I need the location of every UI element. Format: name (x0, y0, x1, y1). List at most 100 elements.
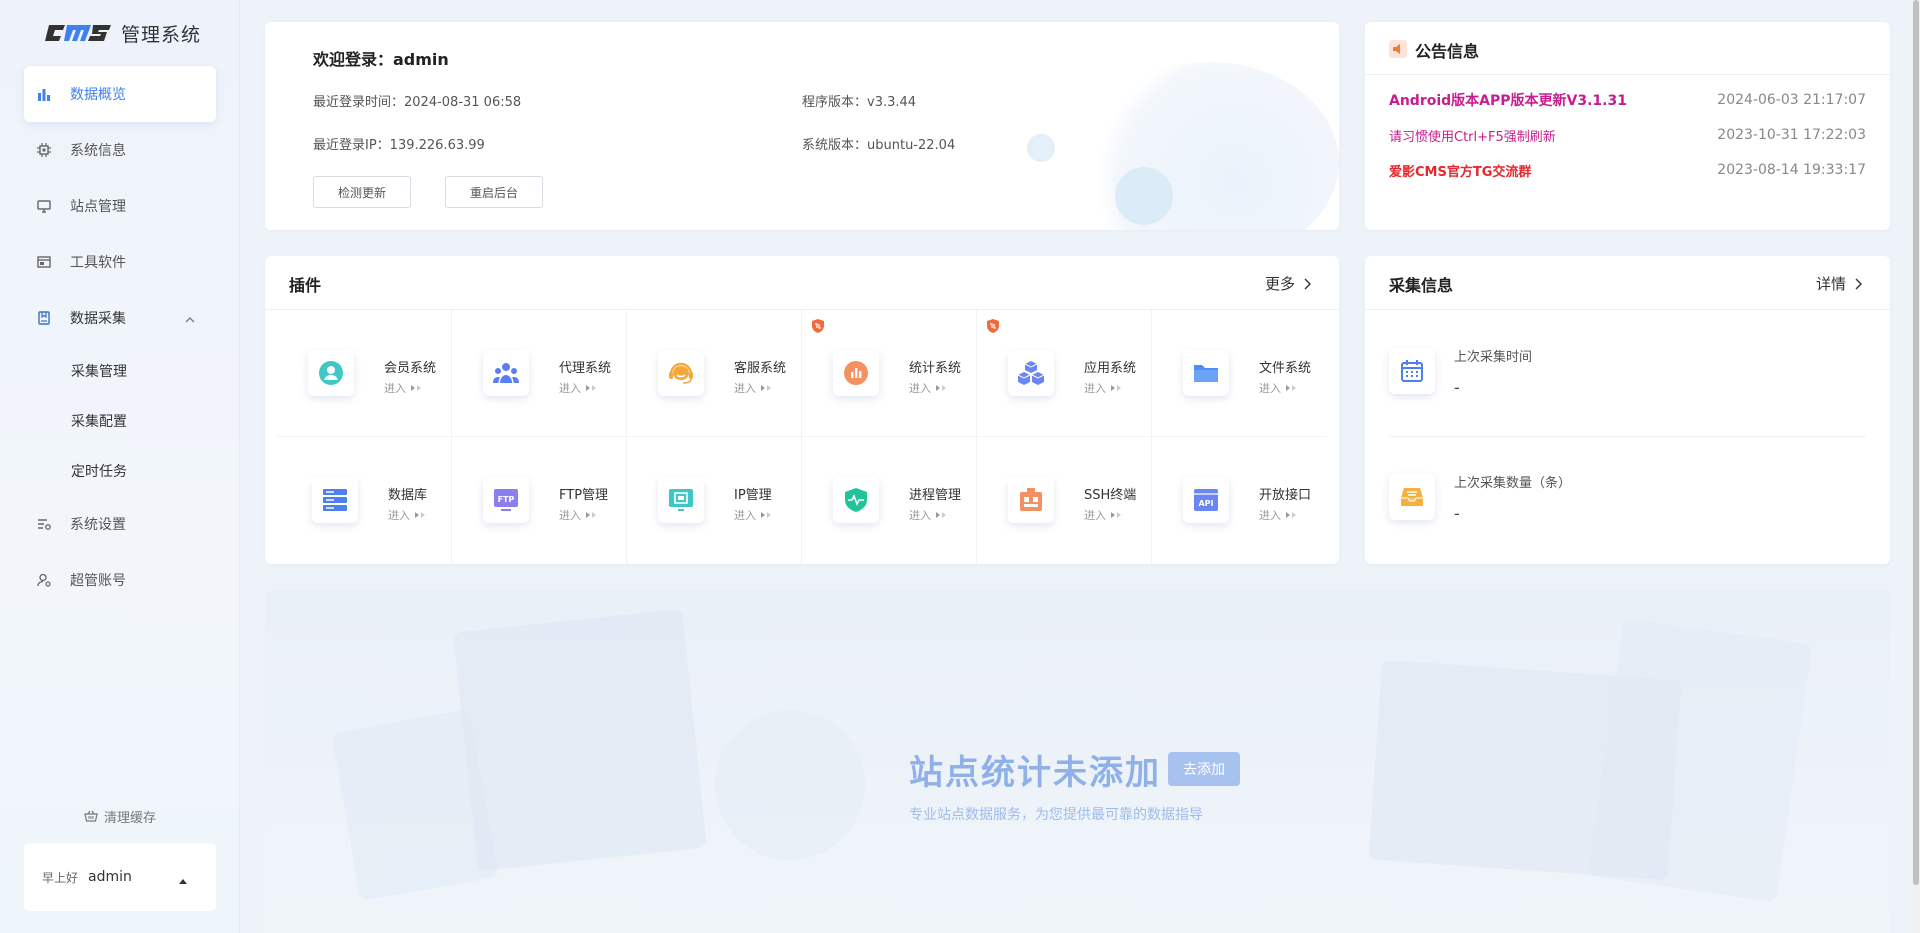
notice-text[interactable]: Android版本APP版本更新V3.1.31 (1389, 90, 1627, 110)
decoration (1027, 134, 1055, 162)
plugin-name: 统计系统 (909, 361, 962, 376)
plugin-open-api[interactable]: API 开放接口 进入 (1151, 437, 1326, 562)
plugin-enter-link[interactable]: 进入 (1259, 507, 1297, 523)
check-update-button[interactable]: 检测更新 (313, 176, 411, 208)
plugin-enter-link[interactable]: 进入 (559, 380, 597, 396)
cubes-icon (1008, 350, 1054, 396)
notice-card: 公告信息 Android版本APP版本更新V3.1.31 2024-06-03 … (1365, 22, 1890, 230)
sidebar-subitem-scheduled-tasks[interactable]: 定时任务 (24, 446, 216, 496)
add-site-stats-button[interactable]: 去添加 (1168, 752, 1240, 786)
logo: 管理系统 (45, 18, 201, 48)
plugin-enter-link[interactable]: 进入 (388, 507, 426, 523)
vip-badge-icon (986, 318, 1000, 337)
plugin-ftp[interactable]: FTP FTP管理 进入 (451, 437, 626, 562)
plugin-applications[interactable]: 应用系统 进入 (976, 310, 1151, 435)
double-play-icon (586, 385, 596, 391)
collect-info-card: 采集信息 详情 上次采集时间 - 上次采集数量（条） - (1365, 256, 1890, 564)
sidebar-item-site-manage[interactable]: 站点管理 (24, 178, 216, 234)
caret-up-icon[interactable] (178, 873, 188, 887)
plugin-enter-label: 进入 (384, 382, 406, 395)
plugin-files[interactable]: 文件系统 进入 (1151, 310, 1326, 435)
plugin-enter-link[interactable]: 进入 (1084, 380, 1122, 396)
sidebar-subitem-collect-manage[interactable]: 采集管理 (24, 346, 216, 396)
plugin-enter-label: 进入 (909, 509, 931, 522)
notice-item[interactable]: 请习惯使用Ctrl+F5强制刷新 2023-10-31 17:22:03 (1389, 125, 1866, 145)
sidebar: 管理系统 数据概览 系统信息 站点管理 工具软件 数据采集 采集管理 采集配置 … (0, 0, 240, 933)
notice-text[interactable]: 爱影CMS官方TG交流群 (1389, 161, 1531, 180)
user-menu[interactable]: 早上好 admin (24, 843, 216, 911)
sidebar-item-tools[interactable]: 工具软件 (24, 234, 216, 290)
sidebar-item-label: 数据采集 (70, 311, 126, 327)
collect-icon (36, 310, 52, 326)
plugin-name: 客服系统 (734, 361, 787, 376)
plugin-enter-link[interactable]: 进入 (909, 380, 947, 396)
agent-icon (483, 350, 529, 396)
scrollbar-thumb[interactable] (1913, 0, 1919, 885)
last-collect-count-value: - (1454, 504, 1460, 523)
greeting: 早上好 (42, 870, 79, 885)
plugin-ssh[interactable]: SSH终端 进入 (976, 437, 1151, 562)
plugin-name: 代理系统 (559, 361, 612, 376)
decoration (1587, 618, 1813, 902)
sidebar-item-label: 超管账号 (70, 573, 126, 589)
double-play-icon (936, 385, 946, 391)
double-play-icon (1111, 385, 1121, 391)
double-play-icon (936, 512, 946, 518)
plugin-statistics[interactable]: 统计系统 进入 (801, 310, 976, 435)
plugin-database[interactable]: 数据库 进入 (280, 437, 455, 562)
sidebar-item-overview[interactable]: 数据概览 (24, 66, 216, 122)
window-icon (36, 254, 52, 270)
notice-item[interactable]: 爱影CMS官方TG交流群 2023-08-14 19:33:17 (1389, 160, 1866, 180)
notice-text[interactable]: 请习惯使用Ctrl+F5强制刷新 (1389, 126, 1556, 145)
details-link[interactable]: 详情 (1816, 273, 1862, 294)
plugin-customer-service[interactable]: 客服系统 进入 (626, 310, 801, 435)
stats-icon (833, 350, 879, 396)
sidebar-item-data-collect[interactable]: 数据采集 (24, 290, 216, 346)
page-scrollbar[interactable] (1912, 0, 1920, 933)
plugin-enter-label: 进入 (734, 509, 756, 522)
sidebar-item-super-admin[interactable]: 超管账号 (24, 552, 216, 608)
app-version: 程序版本：v3.3.44 (802, 95, 917, 110)
ftp-icon: FTP (483, 477, 529, 523)
member-icon (308, 350, 354, 396)
double-play-icon (1111, 512, 1121, 518)
double-play-icon (761, 385, 771, 391)
chevron-up-icon[interactable] (184, 312, 196, 328)
plugin-enter-link[interactable]: 进入 (1259, 380, 1297, 396)
svg-text:FTP: FTP (498, 495, 515, 504)
folder-icon (1183, 350, 1229, 396)
plugin-enter-label: 进入 (1084, 509, 1106, 522)
logo-text: 管理系统 (121, 23, 202, 46)
plugin-name: IP管理 (734, 488, 772, 503)
settings-list-icon (36, 516, 52, 532)
empty-state-title: 站点统计未添加 (909, 753, 1161, 793)
plugin-enter-link[interactable]: 进入 (734, 507, 772, 523)
clean-cache-button[interactable]: 清理缓存 (0, 806, 240, 826)
chevron-right-icon (1855, 278, 1862, 289)
plugin-ip[interactable]: IP管理 进入 (626, 437, 801, 562)
plugin-enter-link[interactable]: 进入 (1084, 507, 1122, 523)
notice-title: 公告信息 (1415, 42, 1480, 61)
plugin-enter-link[interactable]: 进入 (384, 380, 422, 396)
clean-cache-label: 清理缓存 (103, 810, 156, 826)
sidebar-subitem-collect-config[interactable]: 采集配置 (24, 396, 216, 446)
empty-state-subtitle: 专业站点数据服务，为您提供最可靠的数据指导 (909, 807, 1203, 823)
double-play-icon (1286, 385, 1296, 391)
notice-item[interactable]: Android版本APP版本更新V3.1.31 2024-06-03 21:17… (1389, 90, 1866, 110)
restart-backend-button[interactable]: 重启后台 (445, 176, 543, 208)
plugin-enter-link[interactable]: 进入 (909, 507, 947, 523)
plugin-process[interactable]: 进程管理 进入 (801, 437, 976, 562)
more-link[interactable]: 更多 (1265, 273, 1311, 294)
more-label: 更多 (1264, 275, 1295, 293)
plugin-agent[interactable]: 代理系统 进入 (451, 310, 626, 435)
plugin-enter-link[interactable]: 进入 (559, 507, 597, 523)
plugin-enter-link[interactable]: 进入 (734, 380, 772, 396)
plugin-member[interactable]: 会员系统 进入 (276, 310, 451, 435)
decoration (715, 710, 865, 860)
plugin-enter-label: 进入 (559, 509, 581, 522)
sidebar-item-system-settings[interactable]: 系统设置 (24, 496, 216, 552)
chevron-right-icon (1304, 278, 1311, 289)
sidebar-item-system-info[interactable]: 系统信息 (24, 122, 216, 178)
divider (1365, 309, 1890, 310)
ssh-icon (1008, 477, 1054, 523)
